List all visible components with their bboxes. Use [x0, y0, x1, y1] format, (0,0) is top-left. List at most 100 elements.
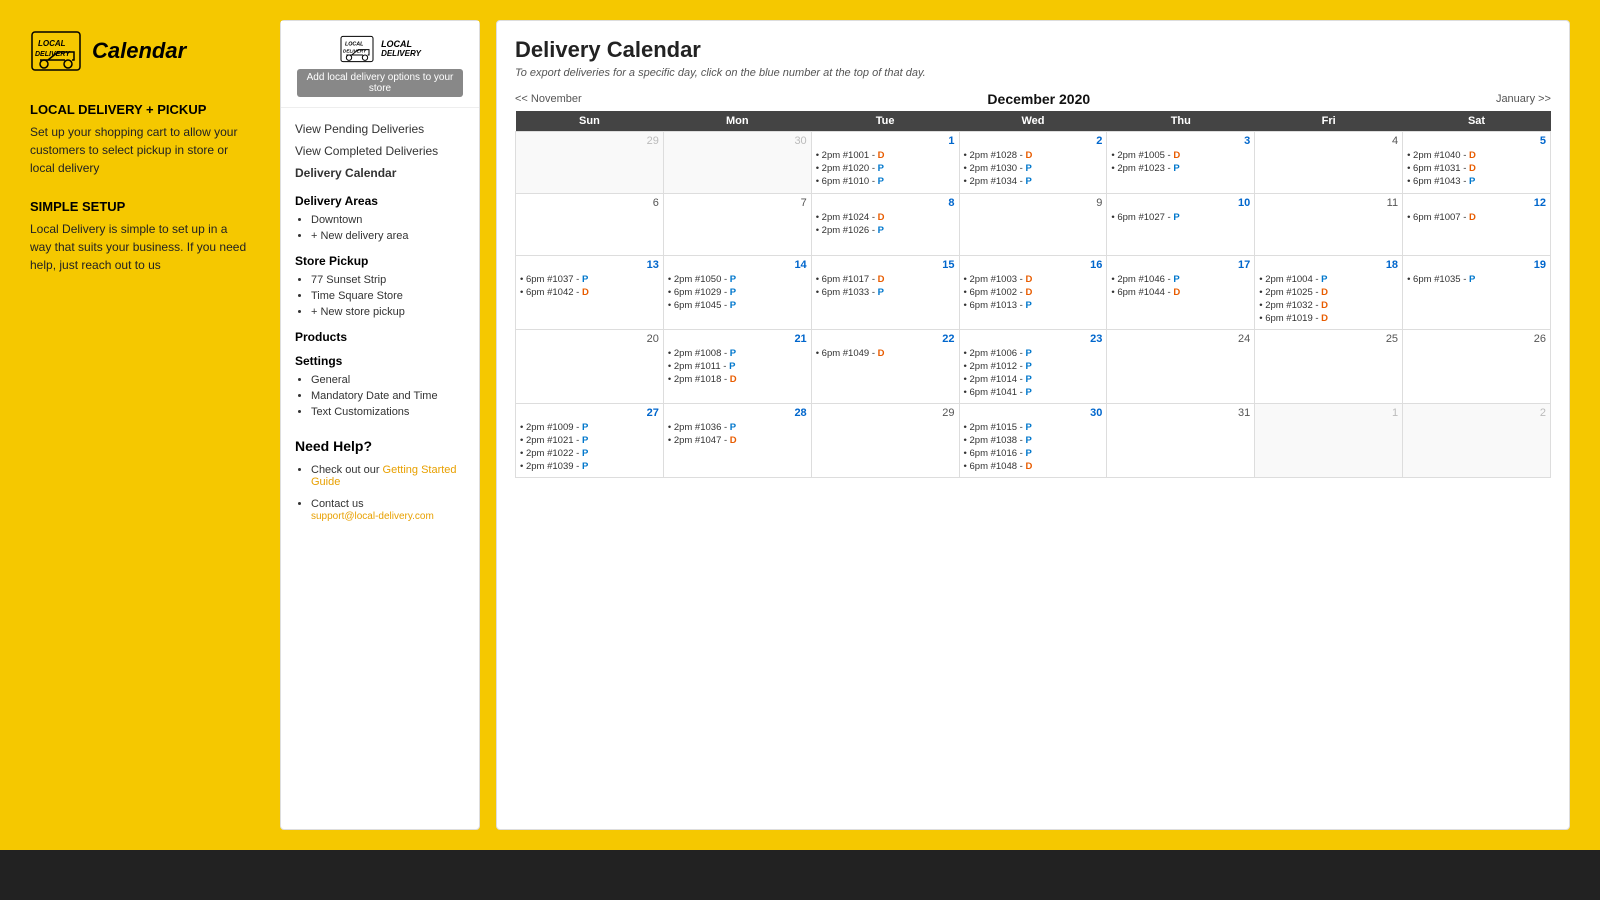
delivery-entry: • 6pm #1019 - D [1259, 313, 1398, 324]
calendar-cell: 1 [1255, 404, 1403, 478]
delivery-entry: • 6pm #1010 - P [816, 176, 955, 187]
day-number[interactable]: 12 [1407, 197, 1546, 209]
delivery-entry: • 2pm #1038 - P [964, 435, 1103, 446]
delivery-area-downtown[interactable]: Downtown [311, 212, 465, 228]
day-number[interactable]: 21 [668, 333, 807, 345]
next-month-link[interactable]: January >> [1496, 93, 1551, 105]
day-number[interactable]: 27 [520, 407, 659, 419]
day-number: 2 [1407, 407, 1546, 419]
delivery-entry: • 2pm #1006 - P [964, 348, 1103, 359]
delivery-entry: • 2pm #1034 - P [964, 176, 1103, 187]
day-number[interactable]: 15 [816, 259, 955, 271]
day-number[interactable]: 14 [668, 259, 807, 271]
day-number[interactable]: 30 [964, 407, 1103, 419]
left-section-header-1: LOCAL DELIVERY + PICKUP [30, 102, 250, 117]
delivery-entry: • 6pm #1029 - P [668, 287, 807, 298]
new-store-pickup[interactable]: + New store pickup [311, 304, 465, 320]
calendar-week-4: 27• 2pm #1009 - P• 2pm #1021 - P• 2pm #1… [516, 404, 1551, 478]
nav-view-completed[interactable]: View Completed Deliveries [295, 140, 465, 162]
day-number[interactable]: 19 [1407, 259, 1546, 271]
support-email-link[interactable]: support@local-delivery.com [311, 511, 434, 522]
delivery-entry: • 2pm #1023 - P [1111, 163, 1250, 174]
day-number[interactable]: 16 [964, 259, 1103, 271]
delivery-entry: • 2pm #1026 - P [816, 225, 955, 236]
nav-view-pending[interactable]: View Pending Deliveries [295, 118, 465, 140]
sidebar-card: LOCAL DELIVERY LOCAL DELIVERY Add local … [280, 20, 480, 830]
right-panel: LOCAL DELIVERY LOCAL DELIVERY Add local … [280, 20, 1570, 830]
calendar-cell: 15 • 6pm #1017 - D • 6pm #1033 - P [811, 256, 959, 330]
day-number[interactable]: 18 [1259, 259, 1398, 271]
calendar-header-tue: Tue [811, 111, 959, 132]
day-number: 1 [1259, 407, 1398, 419]
calendar-cell: 29 [516, 132, 664, 194]
settings-text-customizations[interactable]: Text Customizations [311, 404, 465, 420]
help-getting-started[interactable]: Check out our Getting Started Guide [311, 462, 465, 490]
add-delivery-options-button[interactable]: Add local delivery options to your store [297, 69, 463, 97]
calendar-title: Delivery Calendar [515, 37, 1551, 63]
calendar-cell: 23• 2pm #1006 - P• 2pm #1012 - P• 2pm #1… [959, 330, 1107, 404]
day-number[interactable]: 17 [1111, 259, 1250, 271]
calendar-cell: 24 [1107, 330, 1255, 404]
help-contact: Contact ussupport@local-delivery.com [311, 496, 465, 524]
nav-delivery-calendar[interactable]: Delivery Calendar [295, 162, 465, 184]
logo-icon: LOCAL DELIVERY [30, 30, 82, 72]
calendar-subtitle: To export deliveries for a specific day,… [515, 67, 1551, 79]
delivery-entry: • 6pm #1017 - D [816, 274, 955, 285]
day-number[interactable]: 13 [520, 259, 659, 271]
logo-title: Calendar [92, 38, 186, 64]
day-number[interactable]: 23 [964, 333, 1103, 345]
day-number: 7 [668, 197, 807, 209]
calendar-cell: 6 [516, 194, 664, 256]
getting-started-link[interactable]: Getting Started Guide [311, 464, 457, 488]
day-number[interactable]: 28 [668, 407, 807, 419]
store-pickup-title: Store Pickup [295, 254, 465, 268]
calendar-cell: 30 [663, 132, 811, 194]
delivery-entry: • 6pm #1042 - D [520, 287, 659, 298]
calendar-cell: 22• 6pm #1049 - D [811, 330, 959, 404]
need-help-title: Need Help? [295, 438, 465, 454]
calendar-cell: 1• 2pm #1001 - D• 2pm #1020 - P• 6pm #10… [811, 132, 959, 194]
delivery-entry: • 2pm #1036 - P [668, 422, 807, 433]
calendar-cell: 30• 2pm #1015 - P• 2pm #1038 - P• 6pm #1… [959, 404, 1107, 478]
sidebar-nav: View Pending Deliveries View Completed D… [281, 108, 479, 420]
day-number[interactable]: 8 [816, 197, 955, 209]
sidebar-logo-img: LOCAL DELIVERY LOCAL DELIVERY [339, 35, 421, 63]
calendar-cell: 3• 2pm #1005 - D• 2pm #1023 - P [1107, 132, 1255, 194]
day-number[interactable]: 3 [1111, 135, 1250, 147]
calendar-header-sun: Sun [516, 111, 664, 132]
calendar-week-2: 13• 6pm #1037 - P• 6pm #1042 - D14• 2pm … [516, 256, 1551, 330]
delivery-entry: • 2pm #1012 - P [964, 361, 1103, 372]
delivery-entry: • 6pm #1013 - P [964, 300, 1103, 311]
day-number: 29 [816, 407, 955, 419]
day-number[interactable]: 5 [1407, 135, 1546, 147]
calendar-header-thu: Thu [1107, 111, 1255, 132]
delivery-entry: • 6pm #1033 - P [816, 287, 955, 298]
calendar-cell: 29 [811, 404, 959, 478]
new-delivery-area[interactable]: + New delivery area [311, 228, 465, 244]
calendar-header-mon: Mon [663, 111, 811, 132]
delivery-entry: • 6pm #1007 - D [1407, 212, 1546, 223]
day-number: 6 [520, 197, 659, 209]
delivery-entry: • 2pm #1030 - P [964, 163, 1103, 174]
delivery-entry: • 6pm #1041 - P [964, 387, 1103, 398]
calendar-body: 29301• 2pm #1001 - D• 2pm #1020 - P• 6pm… [516, 132, 1551, 478]
settings-mandatory-date[interactable]: Mandatory Date and Time [311, 388, 465, 404]
day-number[interactable]: 10 [1111, 197, 1250, 209]
day-number[interactable]: 1 [816, 135, 955, 147]
calendar-cell: 13• 6pm #1037 - P• 6pm #1042 - D [516, 256, 664, 330]
calendar-header-sat: Sat [1403, 111, 1551, 132]
day-number: 31 [1111, 407, 1250, 419]
delivery-entry: • 6pm #1002 - D [964, 287, 1103, 298]
calendar-table: SunMonTueWedThuFriSat 29301• 2pm #1001 -… [515, 111, 1551, 478]
settings-general[interactable]: General [311, 372, 465, 388]
day-number[interactable]: 22 [816, 333, 955, 345]
calendar-week-0: 29301• 2pm #1001 - D• 2pm #1020 - P• 6pm… [516, 132, 1551, 194]
prev-month-link[interactable]: << November [515, 93, 582, 105]
delivery-entry: • 2pm #1040 - D [1407, 150, 1546, 161]
store-77-sunset[interactable]: 77 Sunset Strip [311, 272, 465, 288]
settings-title: Settings [295, 354, 465, 368]
delivery-entry: • 2pm #1001 - D [816, 150, 955, 161]
day-number[interactable]: 2 [964, 135, 1103, 147]
store-time-square[interactable]: Time Square Store [311, 288, 465, 304]
left-section-header-2: SIMPLE SETUP [30, 199, 250, 214]
